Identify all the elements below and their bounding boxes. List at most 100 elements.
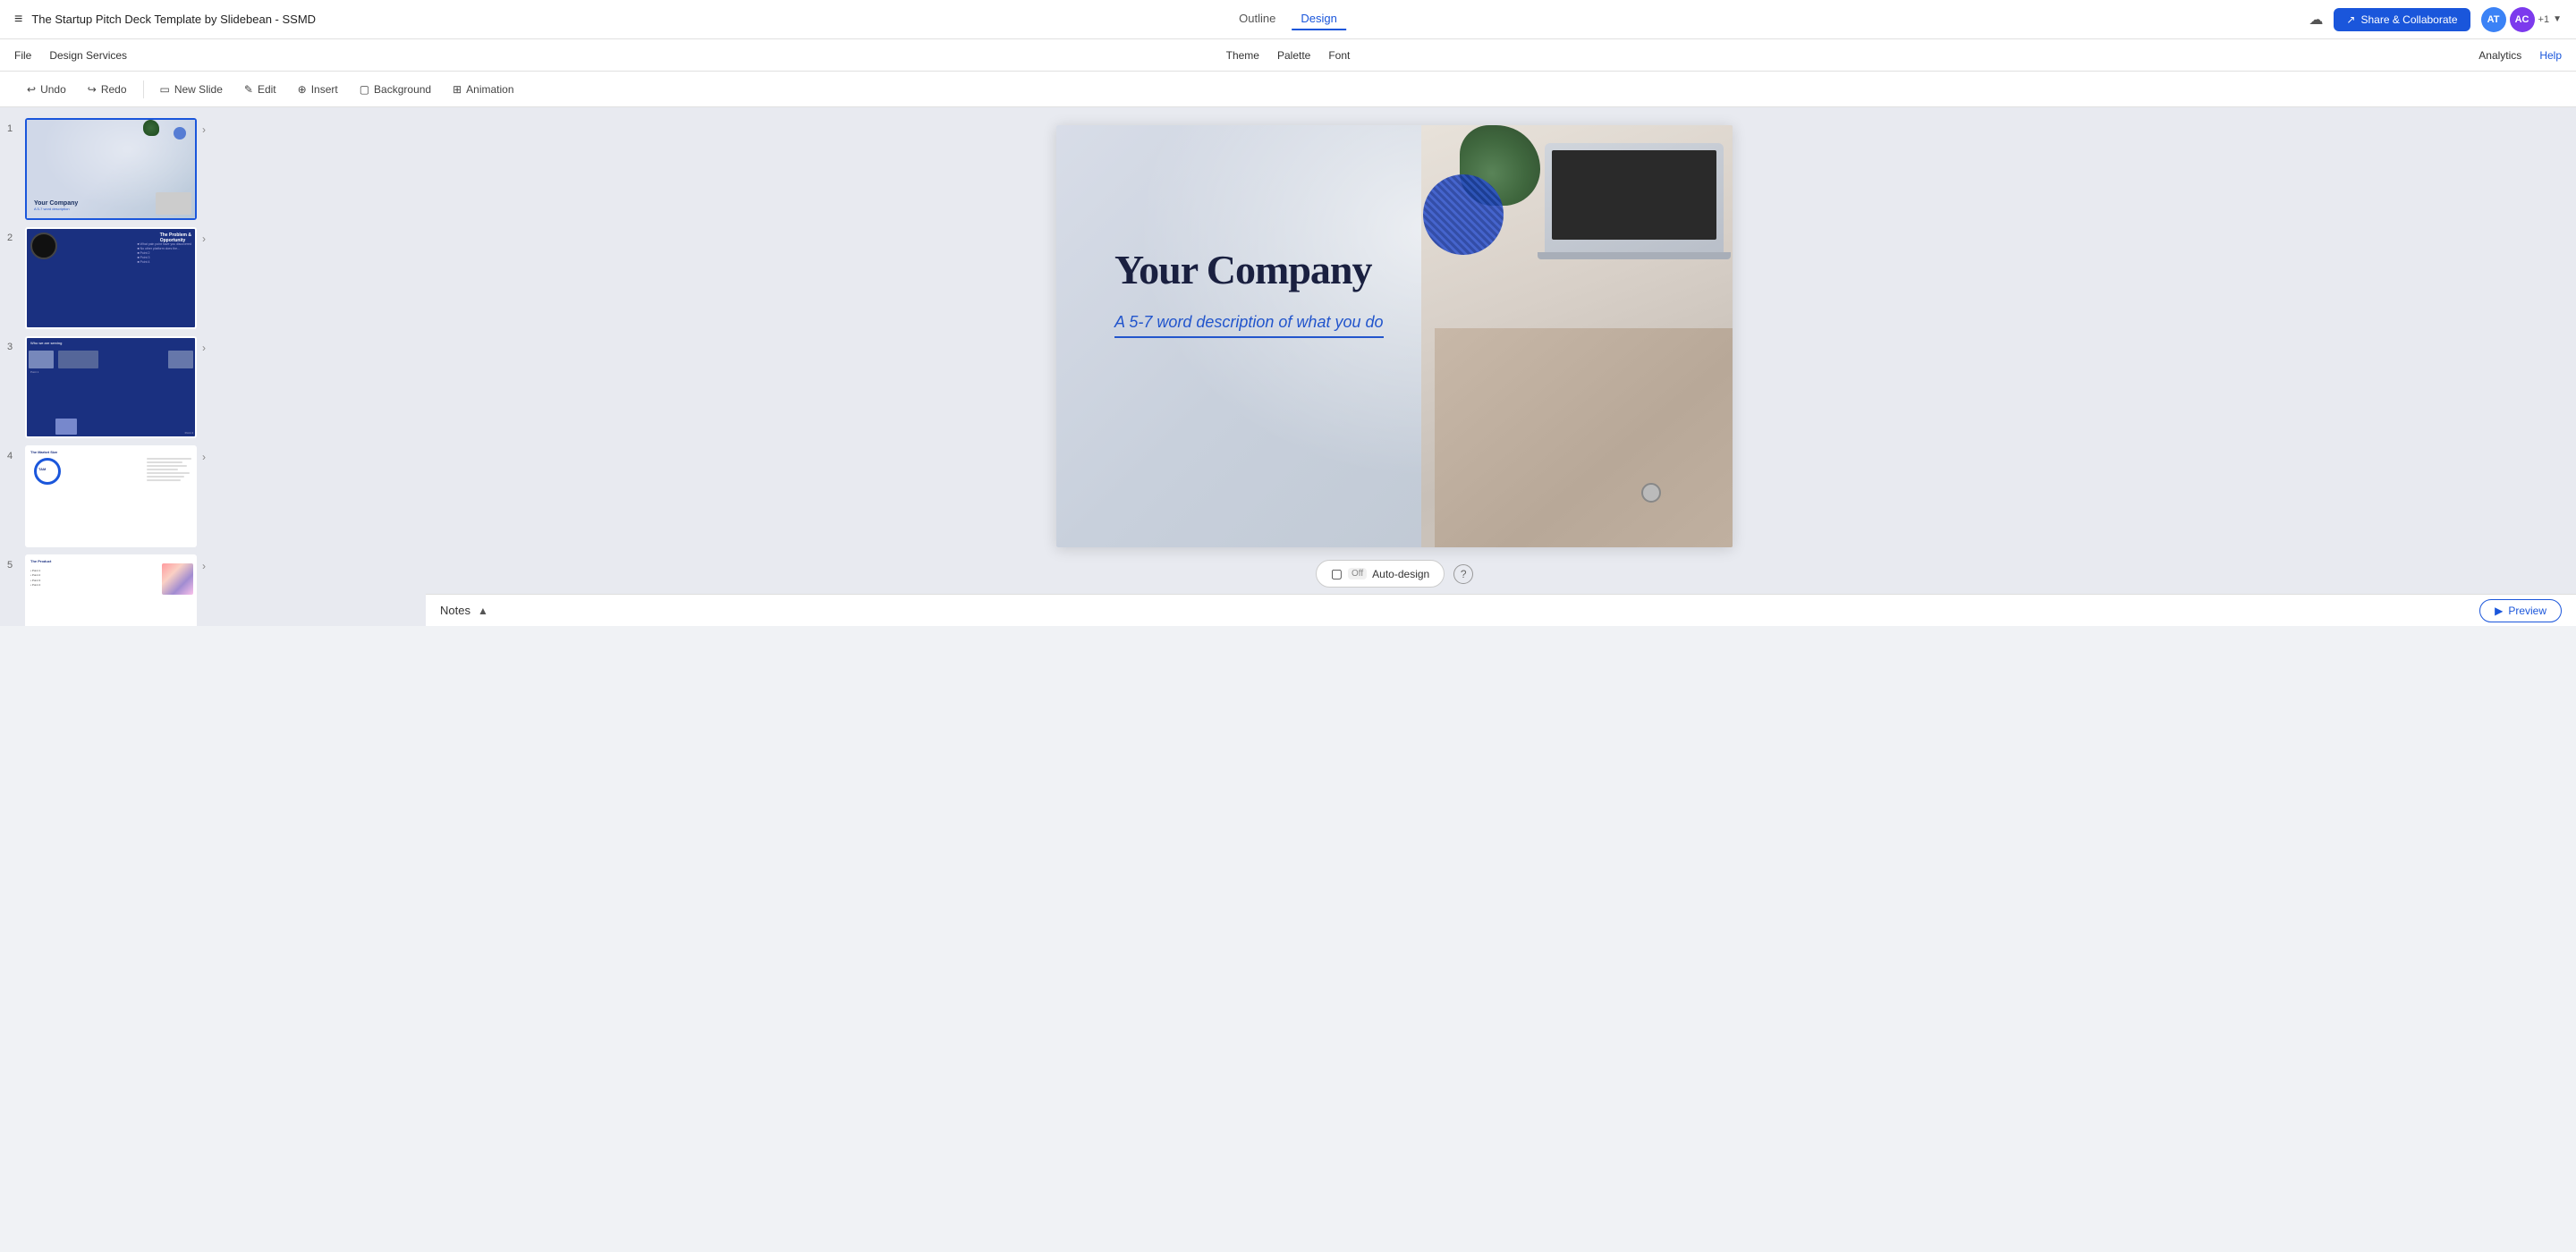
slide-thumb-wrap-4: The Market Size TAM: [25, 445, 197, 547]
canvas-orb: [1423, 174, 1504, 255]
insert-icon: ⊕: [298, 83, 307, 96]
undo-button[interactable]: ↩ Undo: [18, 79, 75, 100]
help-icon: ?: [1461, 568, 1467, 580]
theme-menu[interactable]: Theme: [1226, 49, 1259, 62]
slide3-label1: Point 1: [30, 370, 38, 374]
slide2-points: ■ What pain point have you discovered ■ …: [138, 241, 191, 265]
slide-chevron-4[interactable]: ›: [202, 451, 206, 463]
slide-chevron-2[interactable]: ›: [202, 233, 206, 245]
file-menu[interactable]: File: [14, 49, 31, 62]
slide-thumb-wrap-5: The Product • Point 1 • Point 2 • Point …: [25, 554, 197, 626]
slide5-points: • Point 1 • Point 2 • Point 3 • Point 4: [30, 567, 40, 588]
auto-design-label: Auto-design: [1372, 568, 1429, 580]
slide4-title: The Market Size: [30, 450, 57, 454]
slide-canvas[interactable]: Your Company A 5-7 word description of w…: [1056, 125, 1733, 547]
toolbar-divider-1: [143, 80, 144, 98]
topbar: ≡ The Startup Pitch Deck Template by Sli…: [0, 0, 2576, 39]
design-services-menu[interactable]: Design Services: [49, 49, 127, 62]
canvas-slide-title[interactable]: Your Company: [1114, 246, 1372, 293]
menubar-center: Theme Palette Font: [1226, 49, 1351, 62]
avatar-dropdown-icon[interactable]: ▼: [2553, 14, 2562, 24]
slide4-circle: [34, 458, 61, 485]
hamburger-icon[interactable]: ≡: [14, 12, 22, 28]
edit-button[interactable]: ✎ Edit: [235, 79, 285, 100]
slide1-text: Your Company A 5-7 word description: [34, 200, 78, 211]
animation-button[interactable]: ⊞ Animation: [444, 79, 522, 100]
edit-icon: ✎: [244, 83, 253, 96]
menubar: File Design Services Theme Palette Font …: [0, 39, 2576, 72]
analytics-button[interactable]: Analytics: [2479, 49, 2521, 62]
slide3-title: Who we are serving: [30, 341, 62, 345]
slide3-ship: [58, 351, 98, 368]
slide-item-1[interactable]: 1 Your Company A 5-7 word description ›: [0, 114, 213, 224]
slide1-plant: [143, 120, 159, 136]
slide-item-2[interactable]: 2 The Problem &Opportunity ■ What pain p…: [0, 224, 213, 333]
slide-thumb-4: The Market Size TAM: [27, 447, 195, 546]
slide-thumb-wrap-1: Your Company A 5-7 word description: [25, 118, 197, 220]
slide3-image3: [55, 419, 77, 435]
redo-button[interactable]: ↪ Redo: [79, 79, 136, 100]
slide-number-5: 5: [7, 560, 20, 571]
slide-item-3[interactable]: 3 Who we are serving Point 1 Point 4 ›: [0, 333, 213, 442]
canvas-hands-area: [1435, 328, 1733, 547]
share-collaborate-button[interactable]: ↗ Share & Collaborate: [2334, 8, 2470, 31]
slide-number-4: 4: [7, 451, 20, 461]
font-menu[interactable]: Font: [1328, 49, 1350, 62]
avatar-group: AT AC +1 ▼: [2481, 7, 2562, 32]
slide-number-2: 2: [7, 233, 20, 243]
canvas-bottom: ▢ Off Auto-design ?: [1316, 560, 1473, 588]
background-icon: ▢: [360, 83, 369, 96]
slide1-orb: [174, 127, 186, 140]
redo-icon: ↪: [88, 83, 97, 96]
slides-panel: 1 Your Company A 5-7 word description ›: [0, 107, 213, 626]
topbar-left: ≡ The Startup Pitch Deck Template by Sli…: [14, 12, 2294, 28]
slide5-image: [162, 563, 193, 595]
slide1-laptop: [156, 192, 191, 215]
canvas-laptop-body: [1545, 143, 1724, 259]
animation-icon: ⊞: [453, 83, 462, 96]
slide-item-4[interactable]: 4 The Market Size TAM: [0, 442, 213, 551]
preview-button[interactable]: ▶ Preview: [2479, 599, 2562, 622]
avatar-at: AT: [2481, 7, 2506, 32]
slide3-image1: [29, 351, 54, 368]
canvas-watch: [1641, 483, 1661, 503]
slide-chevron-3[interactable]: ›: [202, 342, 206, 354]
insert-button[interactable]: ⊕ Insert: [289, 79, 347, 100]
canvas-slide-subtitle[interactable]: A 5-7 word description of what you do: [1114, 313, 1384, 338]
auto-design-help-button[interactable]: ?: [1453, 564, 1473, 584]
slide3-scale: [168, 351, 193, 368]
slide5-title: The Product: [30, 559, 51, 563]
topbar-nav: Outline Design: [1230, 8, 1346, 30]
notes-bar[interactable]: Notes ▲: [426, 594, 2576, 626]
slide4-lines: [147, 456, 191, 483]
palette-menu[interactable]: Palette: [1277, 49, 1310, 62]
undo-icon: ↩: [27, 83, 36, 96]
topbar-right: ☁ ↗ Share & Collaborate AT AC +1 ▼: [2309, 7, 2562, 32]
slide-chevron-5[interactable]: ›: [202, 560, 206, 572]
notes-chevron-icon: ▲: [478, 605, 488, 617]
tab-outline[interactable]: Outline: [1230, 8, 1284, 30]
slide-chevron-1[interactable]: ›: [202, 123, 206, 136]
help-button[interactable]: Help: [2539, 49, 2562, 62]
slide1-subtitle: A 5-7 word description: [34, 207, 78, 211]
slide3-label4: Point 4: [185, 431, 193, 435]
canvas-area: Your Company A 5-7 word description of w…: [213, 107, 2576, 626]
auto-design-button[interactable]: ▢ Off Auto-design: [1316, 560, 1445, 588]
share-icon: ↗: [2346, 13, 2355, 26]
slide4-tam: TAM: [38, 467, 46, 471]
cloud-icon[interactable]: ☁: [2309, 11, 2323, 29]
auto-design-off-label: Off: [1348, 568, 1367, 579]
slide2-camera: [30, 233, 57, 259]
new-slide-icon: ▭: [160, 83, 170, 96]
slide-item-5[interactable]: 5 The Product • Point 1 • Point 2 • Poin…: [0, 551, 213, 626]
avatar-ac: AC: [2510, 7, 2535, 32]
new-slide-button[interactable]: ▭ New Slide: [151, 79, 232, 100]
slide-thumb-2: The Problem &Opportunity ■ What pain poi…: [27, 229, 195, 327]
background-button[interactable]: ▢ Background: [351, 79, 440, 100]
canvas-laptop-screen: [1552, 150, 1716, 240]
slide-thumb-3: Who we are serving Point 1 Point 4: [27, 338, 195, 436]
app-title: The Startup Pitch Deck Template by Slide…: [31, 13, 316, 26]
toolbar: ↩ Undo ↪ Redo ▭ New Slide ✎ Edit ⊕ Inser…: [0, 72, 2576, 107]
tab-design[interactable]: Design: [1292, 8, 1345, 30]
preview-label: Preview: [2508, 605, 2546, 617]
